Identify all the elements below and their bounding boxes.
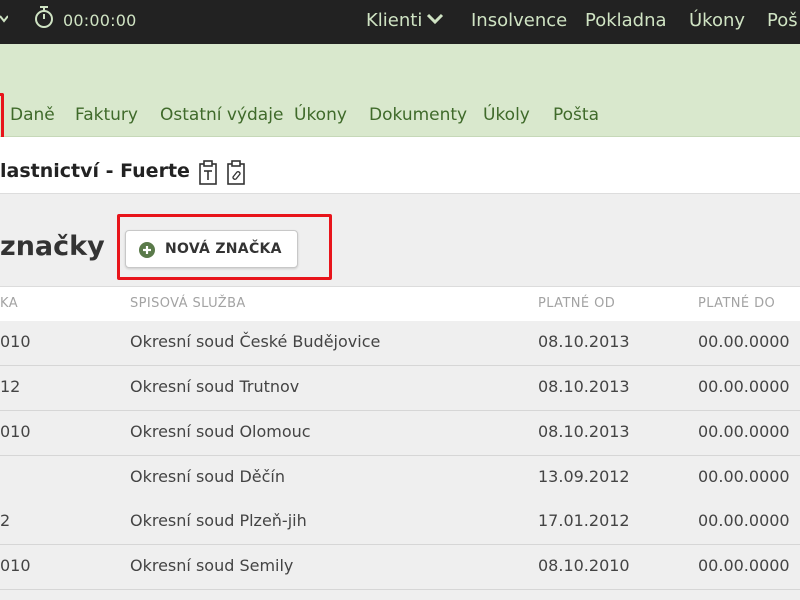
tab-dane[interactable]: Daně	[10, 105, 55, 125]
page-title: lastnictví - Fuerte	[0, 160, 190, 182]
tab-ukony[interactable]: Úkony	[294, 105, 347, 125]
table-header	[0, 286, 800, 322]
nav-pokladna[interactable]: Pokladna	[585, 10, 667, 34]
column-header-mark[interactable]: KA	[0, 296, 18, 311]
cell-valid-from: 08.10.2010	[538, 556, 630, 575]
plus-circle-icon	[139, 242, 155, 258]
cell-court: Okresní soud Olomouc	[130, 422, 311, 441]
cell-court: Okresní soud České Budějovice	[130, 332, 381, 351]
clipboard-text-icon[interactable]	[198, 160, 218, 186]
table-row[interactable]: 010 Okresní soud Olomouc 08.10.2013 00.0…	[0, 411, 800, 456]
cell-mark: 2	[0, 511, 11, 530]
cell-court: Okresní soud Trutnov	[130, 377, 300, 396]
nav-ukony[interactable]: Úkony	[689, 10, 745, 34]
section-title: značky	[0, 231, 105, 262]
cell-valid-from: 08.10.2013	[538, 332, 630, 351]
cell-valid-to: 00.00.0000	[698, 377, 790, 396]
nav-posta[interactable]: Poš	[767, 10, 798, 34]
cell-mark: 010	[0, 332, 31, 351]
table-row[interactable]: 010 Okresní soud Semily 08.10.2010 00.00…	[0, 545, 800, 590]
column-header-valid-from[interactable]: PLATNÉ OD	[538, 296, 615, 311]
tab-posta[interactable]: Pošta	[553, 105, 599, 125]
cell-valid-to: 00.00.0000	[698, 422, 790, 441]
cell-court: Okresní soud Děčín	[130, 467, 285, 486]
chevron-down-icon[interactable]	[426, 12, 444, 26]
cell-mark: 010	[0, 556, 31, 575]
tab-faktury[interactable]: Faktury	[75, 105, 138, 125]
nav-klienti[interactable]: Klienti	[366, 10, 422, 34]
cell-valid-from: 08.10.2013	[538, 422, 630, 441]
stopwatch-icon[interactable]	[33, 5, 55, 29]
cell-court: Okresní soud Plzeň-jih	[130, 511, 307, 530]
cell-valid-to: 00.00.0000	[698, 556, 790, 575]
tab-ukoly[interactable]: Úkoly	[483, 105, 530, 125]
table-row[interactable]: 12 Okresní soud Trutnov 08.10.2013 00.00…	[0, 366, 800, 411]
cell-valid-to: 00.00.0000	[698, 511, 790, 530]
cell-valid-from: 13.09.2012	[538, 467, 630, 486]
cell-court: Okresní soud Semily	[130, 556, 294, 575]
tab-dokumenty[interactable]: Dokumenty	[369, 105, 467, 125]
table-row[interactable]: Okresní soud Děčín 13.09.2012 00.00.0000	[0, 456, 800, 501]
new-mark-button[interactable]: NOVÁ ZNAČKA	[125, 230, 298, 268]
tab-ostatni-vydaje[interactable]: Ostatní výdaje	[160, 105, 283, 125]
cell-valid-to: 00.00.0000	[698, 332, 790, 351]
timer-display: 00:00:00	[63, 11, 137, 30]
nav-insolvence[interactable]: Insolvence	[471, 10, 567, 34]
cell-valid-from: 17.01.2012	[538, 511, 630, 530]
top-bar: 00:00:00 Klienti Insolvence Pokladna Úko…	[0, 0, 800, 44]
cell-mark: 12	[0, 377, 21, 396]
column-header-valid-to[interactable]: PLATNÉ DO	[698, 296, 775, 311]
chevron-down-icon[interactable]	[0, 13, 8, 25]
column-header-court[interactable]: SPISOVÁ SLUŽBA	[130, 296, 246, 311]
cell-mark: 010	[0, 422, 31, 441]
cell-valid-from: 08.10.2013	[538, 377, 630, 396]
new-mark-label: NOVÁ ZNAČKA	[165, 241, 282, 257]
cell-valid-to: 00.00.0000	[698, 467, 790, 486]
table-row[interactable]: 010 Okresní soud České Budějovice 08.10.…	[0, 321, 800, 366]
clipboard-link-icon[interactable]	[226, 160, 246, 186]
table-row[interactable]: 2 Okresní soud Plzeň-jih 17.01.2012 00.0…	[0, 500, 800, 545]
